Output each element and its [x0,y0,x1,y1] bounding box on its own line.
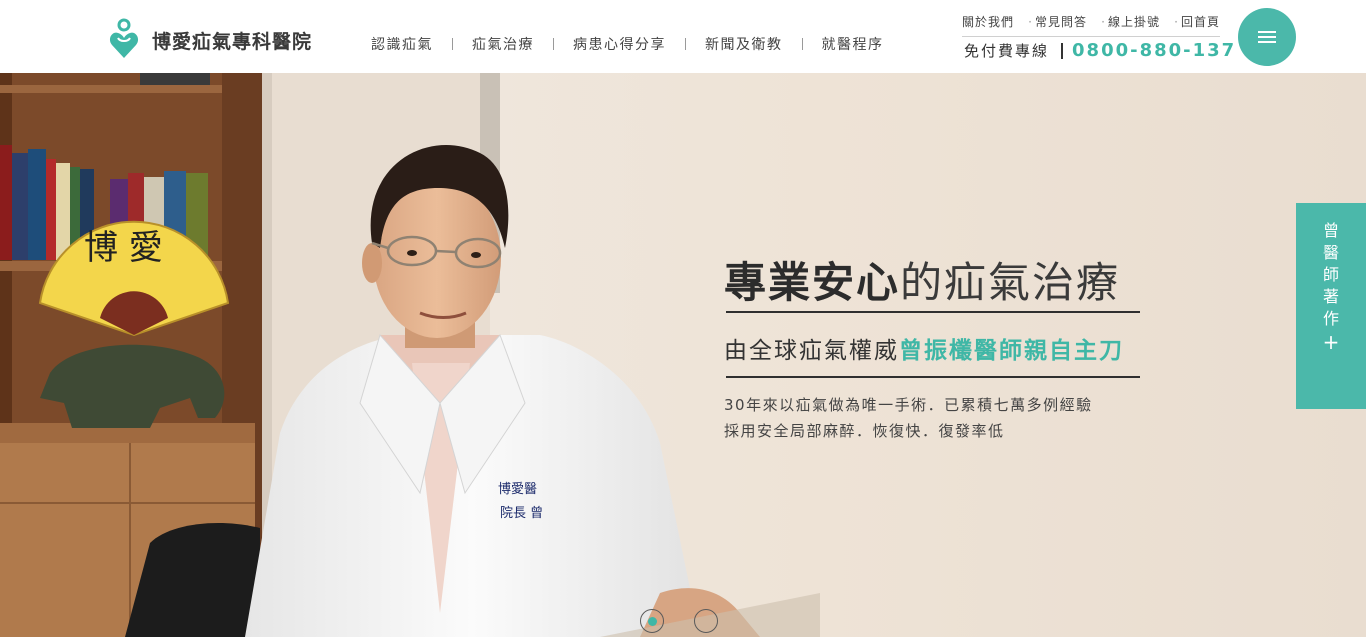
plus-icon: + [1322,330,1340,354]
side-tab-char: 曾 [1322,221,1339,240]
topbar-link-home[interactable]: 回首頁 [1181,15,1220,29]
carousel-dot-2[interactable] [694,609,718,633]
topbar-link-faq[interactable]: 常見問答 [1035,15,1087,29]
doctor-publications-tab[interactable]: 曾 醫 師 著 作 + [1296,203,1366,409]
hero-banner: 博 愛 博愛醫 院長 曾 專業安心的疝氣治療 由全球疝氣權威曾振欉醫師親自主刀 … [0,73,1366,637]
side-tab-char: 醫 [1322,243,1339,262]
main-nav: 認識疝氣 疝氣治療 病患心得分享 新聞及衛教 就醫程序 [352,34,903,54]
hamburger-menu-icon [1258,31,1276,43]
brand-name: 博愛疝氣專科醫院 [152,30,313,53]
coat-embroidery-text: 院長 曾 [500,506,543,521]
hotline-divider [1061,42,1064,59]
hero-subtitle-accent: 曾振欉醫師親自主刀 [899,338,1124,364]
topbar-link-faq-wrap: · 常見問答 [1028,13,1087,30]
hotline-number-link[interactable]: 0800-880-137 [1072,40,1236,61]
side-tab-char: 作 [1322,309,1339,328]
nav-item-about-hernia[interactable]: 認識疝氣 [352,34,452,54]
carousel-dot-1[interactable] [640,609,664,633]
hero-divider-top [726,311,1140,313]
topbar-link-home-wrap: · 回首頁 [1174,13,1220,30]
topbar-link-online-registration[interactable]: 線上掛號 [1108,15,1160,29]
hero-subtitle-plain: 由全球疝氣權威 [724,338,899,364]
nav-item-hernia-treatment[interactable]: 疝氣治療 [453,34,553,54]
site-header: 博愛疝氣專科醫院 認識疝氣 疝氣治療 病患心得分享 新聞及衛教 就醫程序 關於我… [0,0,1366,73]
carousel-pagination [640,609,718,633]
home-logo-link[interactable]: 博愛疝氣專科醫院 [108,18,312,62]
coat-embroidery-text: 博愛醫 [498,482,537,497]
hotline: 免付費專線 0800-880-137 [964,40,1236,61]
topbar-link-register-wrap: · 線上掛號 [1101,13,1160,30]
nav-item-news[interactable]: 新聞及衛教 [686,34,802,54]
hero-divider-bottom [726,376,1140,378]
hero-subtitle: 由全球疝氣權威曾振欉醫師親自主刀 [724,331,1124,365]
doctor-portrait-image: 博 愛 博愛醫 院長 曾 [0,73,820,637]
top-links: 關於我們 · 常見問答 · 線上掛號 · 回首頁 [962,13,1220,30]
heart-person-logo-icon [109,18,139,58]
side-tab-char: 師 [1322,265,1339,284]
side-tab-char: 著 [1322,287,1339,306]
hotline-label: 免付費專線 [964,42,1050,60]
topbar-link-about[interactable]: 關於我們 [962,13,1014,30]
fan-calligraphy: 博 愛 [84,228,163,268]
hero-headline-bold: 專業安心 [724,258,901,307]
menu-button[interactable] [1238,8,1296,66]
nav-item-patient-stories[interactable]: 病患心得分享 [554,34,685,54]
hero-headline: 專業安心的疝氣治療 [724,249,1120,310]
separator-dot: · [1174,15,1179,29]
topbar-divider [962,36,1220,37]
hero-headline-rest: 的疝氣治療 [900,258,1121,307]
separator-dot: · [1028,15,1033,29]
separator-dot: · [1101,15,1106,29]
hero-description-line-1: 30年來以疝氣做為唯一手術．已累積七萬多例經驗 [724,396,1093,414]
nav-item-visit-procedure[interactable]: 就醫程序 [803,34,903,54]
hero-description-line-2: 採用安全局部麻醉．恢復快．復發率低 [724,422,1005,440]
